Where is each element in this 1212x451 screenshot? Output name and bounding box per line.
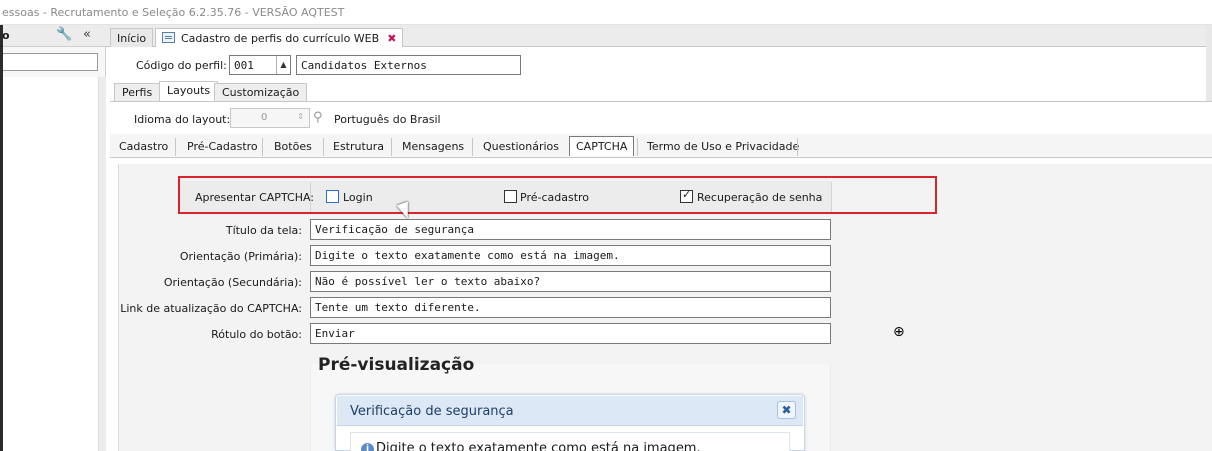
navigation-search-input[interactable] [0,53,98,71]
language-spinner[interactable]: 0 ⇕ [230,108,310,128]
collapse-panel-icon[interactable]: « [83,27,91,42]
tab-separator [323,138,324,156]
tab-botoes[interactable]: Botões [270,137,316,157]
navigation-panel-header: o 🔧 « [0,25,106,47]
language-label: Idioma do layout: [134,113,231,126]
tab-separator [175,138,176,156]
left-edge-strip [0,25,3,451]
captcha-refresh-link-field[interactable]: Tente um texto diferente. [310,297,831,318]
wrench-icon[interactable]: 🔧 [56,27,72,42]
tab-layouts[interactable]: Layouts [159,81,219,101]
form-icon [162,32,175,43]
tab-separator [262,138,263,156]
window-title: essoas - Recrutamento e Seleção 6.2.35.7… [2,6,345,19]
close-icon[interactable]: ✖ [777,401,796,419]
button-label-field[interactable]: Enviar [310,323,831,344]
tab-captcha[interactable]: CAPTCHA [569,136,635,156]
tab-perfis[interactable]: Perfis [114,83,161,101]
button-label-label: Rótulo do botão: [211,328,302,341]
close-tab-icon[interactable]: ✖ [387,32,396,45]
spin-arrows-icon[interactable]: ⇕ [297,112,304,121]
tab-separator [472,138,473,156]
secondary-instruction-field[interactable]: Não é possível ler o texto abaixo? [310,271,831,292]
tab-questionarios[interactable]: Questionários [479,137,563,157]
tab-mensagens[interactable]: Mensagens [398,137,468,157]
spin-arrows-icon[interactable]: ▲ [276,56,290,74]
window-titlebar: essoas - Recrutamento e Seleção 6.2.35.7… [0,0,1212,25]
navigation-tree[interactable] [0,77,98,451]
tab-separator [637,138,638,156]
tab-cadastro-perfis[interactable]: Cadastro de perfis do currículo WEB ✖ [155,28,404,47]
captcha-highlight-box [178,176,937,214]
preview-instruction-text: Digite o texto exatamente como está na i… [376,441,701,451]
preview-title: Pré-visualização [318,355,475,375]
search-icon[interactable]: ⚲ [313,110,323,125]
zoom-in-icon: ⊕ [893,324,905,340]
primary-instruction-field[interactable]: Digite o texto exatamente como está na i… [310,245,831,266]
primary-instruction-label: Orientação (Primária): [179,250,302,263]
tab-separator [391,138,392,156]
preview-dialog-body: i Digite o texto exatamente como está na… [350,432,790,451]
tab-cadastro[interactable]: Cadastro [115,137,172,157]
tab-separator [797,138,798,156]
tab-termo-de-uso[interactable]: Termo de Uso e Privacidade [643,137,803,157]
preview-dialog-title: Verificação de segurança [350,404,514,419]
language-spinner-value: 0 [261,112,268,123]
document-tab-bar: Início Cadastro de perfis do currículo W… [106,25,1212,47]
tab-estrutura[interactable]: Estrutura [329,137,388,157]
profile-code-combo[interactable]: 001 ▲ [229,55,291,75]
secondary-instruction-label: Orientação (Secundária): [163,276,302,289]
tab-customizacao[interactable]: Customização [214,83,308,101]
screen-title-field[interactable]: Verificação de segurança [310,219,831,240]
navigation-scrollbar[interactable] [98,77,106,451]
profile-name-field[interactable]: Candidatos Externos [296,55,521,75]
screen-title-label: Título da tela: [225,224,302,237]
info-icon: i [361,443,374,451]
tab-inicio[interactable]: Início [110,28,154,47]
navigation-panel-title: o [2,29,10,42]
profile-code-label: Código do perfil: [136,59,227,72]
tab-pre-cadastro[interactable]: Pré-Cadastro [183,137,262,157]
navigation-panel: o 🔧 « [0,25,106,451]
language-name: Português do Brasil [334,113,441,126]
captcha-refresh-link-label: Link de atualização do CAPTCHA: [120,302,302,315]
profile-code-value: 001 [234,59,254,72]
tab-label: Cadastro de perfis do currículo WEB [181,32,380,45]
tab-label: Início [117,32,147,45]
